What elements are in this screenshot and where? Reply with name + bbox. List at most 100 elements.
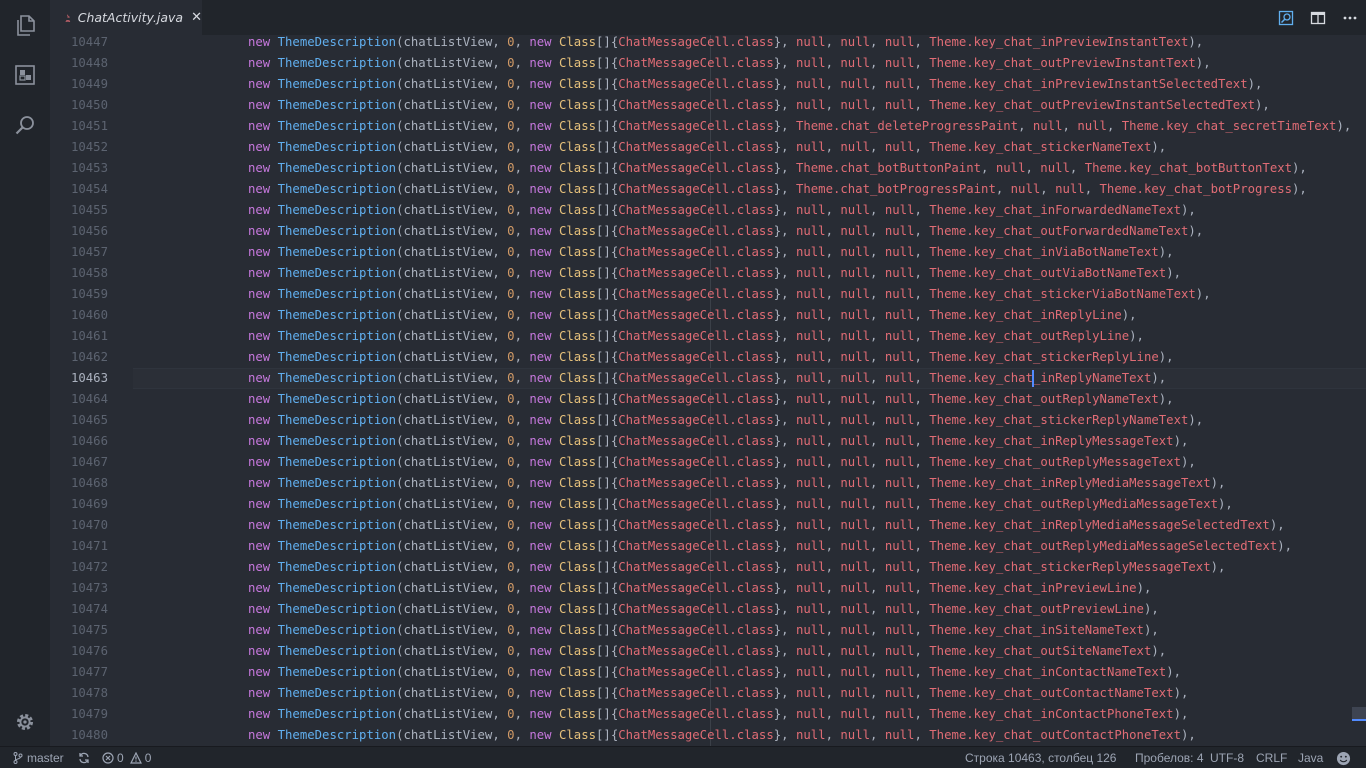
code-line[interactable]: 10460 new ThemeDescription(chatListView, … — [50, 305, 1366, 326]
sync-button[interactable] — [78, 747, 90, 768]
encoding-setting[interactable]: UTF-8 — [1210, 747, 1244, 768]
drawable-argument: null — [840, 644, 871, 658]
code-line[interactable]: 10449 new ThemeDescription(chatListView, … — [50, 74, 1366, 95]
code-text: new ThemeDescription(chatListView, 0, ne… — [248, 476, 1226, 490]
search-icon — [15, 116, 34, 135]
theme-key: Theme.key_chat_stickerReplyMessageText — [929, 560, 1211, 574]
code-line[interactable]: 10464 new ThemeDescription(chatListView, … — [50, 389, 1366, 410]
theme-key: Theme.key_chat_botProgress — [1099, 182, 1293, 196]
code-line[interactable]: 10463 new ThemeDescription(chatListView, … — [50, 368, 1366, 389]
problems-indicator[interactable]: 0 0 — [102, 747, 151, 768]
drawable-argument: null — [840, 686, 871, 700]
open-changes-button[interactable] — [1270, 0, 1302, 35]
code-line[interactable]: 10457 new ThemeDescription(chatListView, … — [50, 242, 1366, 263]
code-line[interactable]: 10453 new ThemeDescription(chatListView, … — [50, 158, 1366, 179]
extensions-button[interactable] — [0, 50, 50, 100]
line-number: 10458 — [70, 266, 108, 280]
editor-actions — [1270, 0, 1366, 35]
code-line[interactable]: 10477 new ThemeDescription(chatListView, … — [50, 662, 1366, 683]
line-number: 10468 — [70, 476, 108, 490]
drawable-argument: null — [840, 308, 871, 322]
code-line[interactable]: 10473 new ThemeDescription(chatListView, … — [50, 578, 1366, 599]
code-text: new ThemeDescription(chatListView, 0, ne… — [248, 539, 1293, 553]
code-line[interactable]: 10472 new ThemeDescription(chatListView, … — [50, 557, 1366, 578]
feedback-button[interactable] — [1336, 747, 1351, 768]
code-line[interactable]: 10471 new ThemeDescription(chatListView, … — [50, 536, 1366, 557]
code-line[interactable]: 10468 new ThemeDescription(chatListView, … — [50, 473, 1366, 494]
code-line[interactable]: 10470 new ThemeDescription(chatListView, … — [50, 515, 1366, 536]
code-text: new ThemeDescription(chatListView, 0, ne… — [248, 728, 1196, 742]
theme-key: Theme.key_chat_inSiteNameText — [929, 623, 1144, 637]
code-text: new ThemeDescription(chatListView, 0, ne… — [248, 119, 1352, 133]
code-line[interactable]: 10458 new ThemeDescription(chatListView, … — [50, 263, 1366, 284]
code-text: new ThemeDescription(chatListView, 0, ne… — [248, 644, 1167, 658]
code-line[interactable]: 10465 new ThemeDescription(chatListView, … — [50, 410, 1366, 431]
code-editor[interactable]: 10447 new ThemeDescription(chatListView, … — [50, 35, 1366, 746]
drawable-argument: null — [840, 413, 871, 427]
line-number: 10464 — [70, 392, 108, 406]
drawable-argument: null — [840, 392, 871, 406]
code-text: new ThemeDescription(chatListView, 0, ne… — [248, 560, 1226, 574]
language-mode[interactable]: Java — [1298, 747, 1323, 768]
code-line[interactable]: 10475 new ThemeDescription(chatListView, … — [50, 620, 1366, 641]
eol-setting[interactable]: CRLF — [1256, 747, 1287, 768]
close-icon[interactable]: ✕ — [191, 11, 202, 24]
code-line[interactable]: 10456 new ThemeDescription(chatListView, … — [50, 221, 1366, 242]
code-text: new ThemeDescription(chatListView, 0, ne… — [248, 329, 1144, 343]
cursor-position[interactable]: Строка 10463, столбец 126 — [965, 747, 1116, 768]
code-line[interactable]: 10467 new ThemeDescription(chatListView, … — [50, 452, 1366, 473]
code-line[interactable]: 10452 new ThemeDescription(chatListView, … — [50, 137, 1366, 158]
drawable-argument: null — [840, 77, 871, 91]
code-line[interactable]: 10461 new ThemeDescription(chatListView, … — [50, 326, 1366, 347]
code-line[interactable]: 10450 new ThemeDescription(chatListView, … — [50, 95, 1366, 116]
split-editor-button[interactable] — [1302, 0, 1334, 35]
drawable-argument: null — [1010, 182, 1041, 196]
paint-argument: null — [795, 434, 826, 448]
paint-argument: null — [795, 707, 826, 721]
paint-argument: null — [795, 287, 826, 301]
code-text: new ThemeDescription(chatListView, 0, ne… — [248, 98, 1270, 112]
code-line[interactable]: 10447 new ThemeDescription(chatListView, … — [50, 35, 1366, 53]
theme-key: Theme.key_chat_outPreviewLine — [929, 602, 1144, 616]
code-line[interactable]: 10478 new ThemeDescription(chatListView, … — [50, 683, 1366, 704]
code-line[interactable]: 10448 new ThemeDescription(chatListView, … — [50, 53, 1366, 74]
drawable-argument: null — [840, 266, 871, 280]
tab-chatactivity[interactable]: ChatActivity.java ✕ — [50, 0, 202, 35]
code-line[interactable]: 10480 new ThemeDescription(chatListView, … — [50, 725, 1366, 746]
code-line[interactable]: 10455 new ThemeDescription(chatListView, … — [50, 200, 1366, 221]
java-icon — [65, 13, 71, 22]
search-button[interactable] — [0, 100, 50, 150]
theme-key: Theme.key_chat_stickerViaBotNameText — [929, 287, 1196, 301]
indentation-setting[interactable]: Пробелов: 4 — [1135, 747, 1204, 768]
line-number: 10465 — [70, 413, 108, 427]
paint-argument: null — [795, 224, 826, 238]
drawable-argument: null — [840, 728, 871, 742]
line-number: 10479 — [70, 707, 108, 721]
code-line[interactable]: 10476 new ThemeDescription(chatListView, … — [50, 641, 1366, 662]
code-text: new ThemeDescription(chatListView, 0, ne… — [248, 35, 1204, 49]
code-line[interactable]: 10474 new ThemeDescription(chatListView, … — [50, 599, 1366, 620]
theme-key: Theme.key_chat_secretTimeText — [1121, 119, 1337, 133]
line-number: 10469 — [70, 497, 108, 511]
settings-button[interactable] — [0, 697, 50, 747]
explorer-button[interactable] — [0, 0, 50, 50]
paint-argument: null — [795, 497, 826, 511]
branch-indicator[interactable]: master — [13, 747, 64, 768]
code-line[interactable]: 10459 new ThemeDescription(chatListView, … — [50, 284, 1366, 305]
paint-argument: null — [795, 644, 826, 658]
text-cursor — [1032, 370, 1034, 387]
code-text: new ThemeDescription(chatListView, 0, ne… — [248, 245, 1174, 259]
code-line[interactable]: 10479 new ThemeDescription(chatListView, … — [50, 704, 1366, 725]
theme-key: Theme.key_chat_outViaBotNameText — [929, 266, 1167, 280]
code-line[interactable]: 10454 new ThemeDescription(chatListView, … — [50, 179, 1366, 200]
paint-argument: null — [795, 140, 826, 154]
drawable-argument: null — [840, 707, 871, 721]
more-actions-button[interactable] — [1334, 0, 1366, 35]
code-line[interactable]: 10462 new ThemeDescription(chatListView, … — [50, 347, 1366, 368]
code-text: new ThemeDescription(chatListView, 0, ne… — [248, 371, 1167, 385]
code-line[interactable]: 10466 new ThemeDescription(chatListView, … — [50, 431, 1366, 452]
code-line[interactable]: 10451 new ThemeDescription(chatListView, … — [50, 116, 1366, 137]
code-text: new ThemeDescription(chatListView, 0, ne… — [248, 350, 1174, 364]
code-line[interactable]: 10469 new ThemeDescription(chatListView, … — [50, 494, 1366, 515]
theme-key: Theme.key_chat_inReplyMediaMessageText — [929, 476, 1211, 490]
